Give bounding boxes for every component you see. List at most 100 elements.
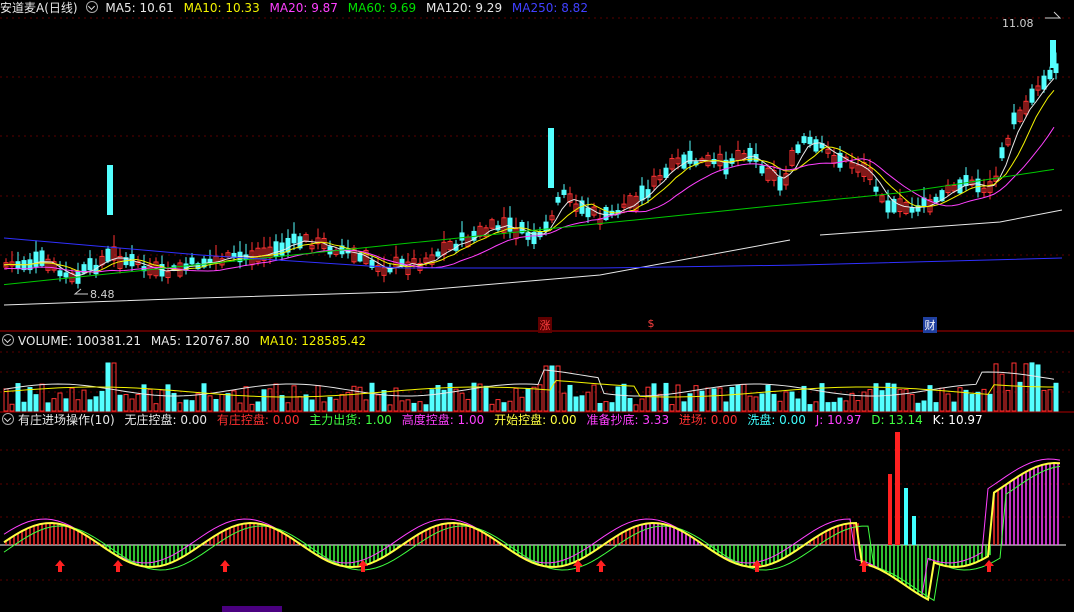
candle-body [933, 196, 939, 203]
volume-bar [261, 389, 267, 412]
candle-body [1041, 75, 1047, 90]
volume-bar [795, 398, 801, 412]
candle-body [231, 252, 237, 258]
volume-bar [801, 385, 807, 412]
volume-bar [993, 363, 999, 412]
ma250-label: MA250: 8.82 [511, 1, 588, 15]
volume-bar [1005, 389, 1011, 412]
volume-bar [897, 389, 903, 412]
candle-body [107, 165, 113, 215]
volume-bar [225, 393, 231, 412]
marker-cai[interactable]: 财 [923, 317, 937, 333]
volume-bar [177, 402, 183, 412]
volume-bar [363, 399, 369, 412]
volume-bar [843, 400, 849, 412]
volume-bar [807, 404, 813, 412]
volume-bar [915, 402, 921, 412]
ma120-label: MA120: 9.29 [426, 1, 503, 15]
indicator-panel-header: 有庄进场操作(10) 无庄控盘: 0.00 有庄控盘: 0.00 主力出货: 1… [0, 412, 989, 428]
volume-bar [375, 394, 381, 412]
marker-dollar[interactable]: $ [646, 317, 656, 330]
volume-bar [771, 393, 777, 412]
chevron-down-icon[interactable] [2, 413, 14, 425]
volume-bar [9, 403, 15, 412]
entry-arrow-icon [220, 560, 230, 572]
volume-bar [999, 373, 1005, 412]
candle-body [435, 251, 441, 257]
volume-bar [81, 389, 87, 412]
volume-bar [417, 401, 423, 412]
volume-bar [411, 402, 417, 412]
volume-bar [339, 393, 345, 412]
candle-body [459, 232, 465, 241]
chevron-down-icon[interactable] [2, 334, 14, 346]
volume-bar [813, 401, 819, 412]
volume-bar [399, 400, 405, 412]
volume-bar [519, 396, 525, 412]
volume-bar [969, 393, 975, 412]
candle-body [33, 251, 39, 267]
marker-zhang[interactable]: 涨 [538, 317, 552, 333]
candle-body [548, 128, 554, 188]
candle-body [777, 176, 783, 191]
volume-bar [495, 399, 501, 412]
volume-bar [747, 395, 753, 412]
j-label: J: 10.97 [815, 413, 862, 427]
volume-bar [945, 393, 951, 412]
indicator-spike [912, 516, 916, 545]
volume-bar [837, 397, 843, 412]
volume-bar [633, 404, 639, 412]
volume-bar [1023, 363, 1029, 412]
candle-body [663, 167, 669, 178]
volume-bar [789, 391, 795, 412]
volume-bar [135, 393, 141, 412]
volume-bar [357, 386, 363, 412]
volume-bar [291, 385, 297, 412]
volume-bar [75, 399, 81, 412]
volume-bar [147, 388, 153, 412]
volume-bar [351, 385, 357, 412]
volume-bar [681, 401, 687, 412]
candle-body [999, 147, 1005, 159]
candle-body [795, 144, 801, 153]
volume-bar [525, 388, 531, 412]
candle-body [909, 207, 915, 213]
volume-bar [321, 401, 327, 412]
volume-bar [645, 386, 651, 412]
stock-title: 安道麦A(日线) [0, 1, 78, 15]
volume-bar [237, 402, 243, 412]
entry-arrow-icon [596, 560, 606, 572]
volume-bar [39, 383, 45, 412]
candle-body [1011, 112, 1017, 125]
volume-bar [183, 399, 189, 412]
volume-bar [297, 396, 303, 412]
volume-bar [231, 390, 237, 412]
candle-body [57, 270, 63, 277]
volume-bar [489, 403, 495, 412]
ma5-label: MA5: 10.61 [105, 1, 174, 15]
volume-bar [333, 398, 339, 412]
entry-arrow-icon [55, 560, 65, 572]
volume-bar [21, 401, 27, 412]
chevron-down-icon[interactable] [85, 1, 98, 13]
volume-bar [981, 388, 987, 412]
candle-body [291, 233, 297, 244]
ma20-label: MA20: 9.87 [269, 1, 338, 15]
volume-bar [381, 390, 387, 412]
volume-bar [153, 403, 159, 412]
candle-body [1050, 40, 1056, 68]
volume-bar [303, 394, 309, 412]
volume-bar [561, 392, 567, 412]
volume-bar [1053, 382, 1059, 412]
volume-bar [615, 386, 621, 412]
volume-bar [951, 401, 957, 412]
volume-bar [195, 393, 201, 412]
candle-body [87, 258, 93, 271]
volume-bar [63, 398, 69, 412]
volume-bar [675, 384, 681, 412]
volume-bar [219, 394, 225, 412]
volume-bar [165, 384, 171, 412]
volume-bar [93, 396, 99, 412]
volume-bar [483, 385, 489, 412]
washout-label: 洗盘: 0.00 [747, 413, 806, 427]
